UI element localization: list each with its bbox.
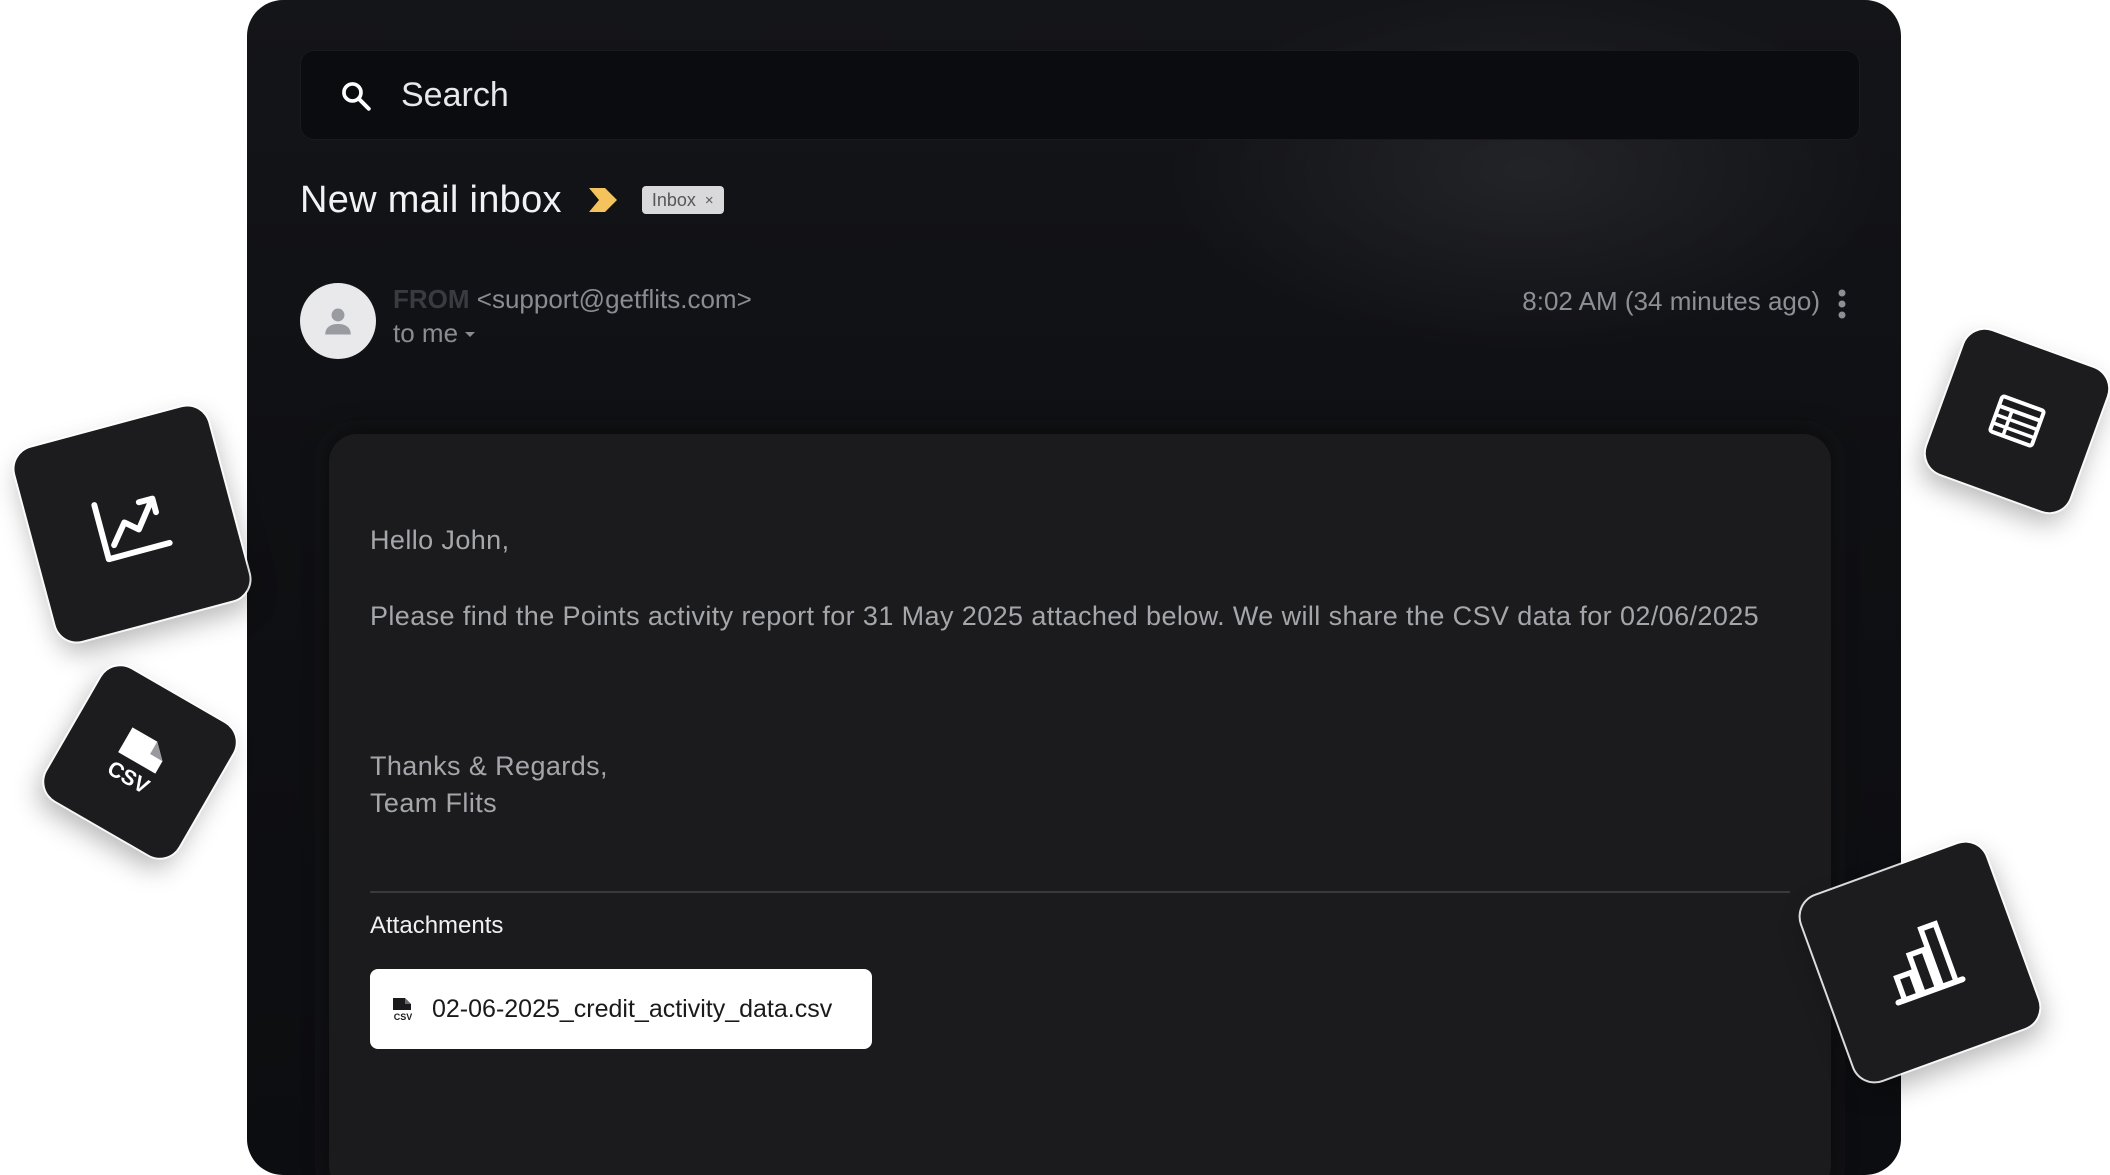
line-chart-tile xyxy=(9,401,255,647)
csv-tile: CSV xyxy=(36,658,244,866)
sender-email[interactable]: <support@getflits.com> xyxy=(477,284,752,314)
table-icon xyxy=(1988,394,2046,448)
more-options-icon[interactable] xyxy=(1838,289,1846,319)
sender-line: FROM <support@getflits.com> xyxy=(393,284,752,315)
from-label: FROM xyxy=(393,284,470,314)
line-chart-icon xyxy=(91,495,173,563)
divider xyxy=(370,891,1790,893)
attachment-filename: 02-06-2025_credit_activity_data.csv xyxy=(432,994,833,1023)
recipient-label: to me xyxy=(393,318,459,348)
csv-file-icon: CSV xyxy=(393,998,413,1022)
message-signoff: Thanks & Regards, Team Flits xyxy=(370,748,608,822)
attachments-heading: Attachments xyxy=(370,912,504,939)
important-marker-icon[interactable] xyxy=(588,186,618,214)
table-tile xyxy=(1919,323,2110,519)
email-subject: New mail inbox xyxy=(300,178,562,221)
sender-avatar xyxy=(300,283,376,359)
recipient-dropdown[interactable]: to me xyxy=(393,318,476,349)
message-timestamp: 8:02 AM (34 minutes ago) xyxy=(1522,286,1820,316)
csv-file-icon: CSV xyxy=(103,727,163,799)
email-window: New mail inbox Inbox × FROM <support@get… xyxy=(247,0,1901,1175)
bar-chart-icon xyxy=(1893,920,1966,1006)
search-bar[interactable] xyxy=(300,50,1860,140)
chevron-down-icon xyxy=(465,331,476,337)
inbox-label-badge[interactable]: Inbox × xyxy=(641,186,724,214)
inbox-label-text: Inbox xyxy=(651,189,696,210)
message-body: Please find the Points activity report f… xyxy=(370,601,1760,631)
signoff-line-1: Thanks & Regards, xyxy=(370,751,608,781)
message-greeting: Hello John, xyxy=(370,525,510,555)
message-body-card: Hello John, Please find the Points activ… xyxy=(329,434,1831,1175)
signoff-line-2: Team Flits xyxy=(370,788,498,818)
remove-label-icon[interactable]: × xyxy=(705,192,714,209)
person-icon xyxy=(325,308,351,335)
search-icon xyxy=(342,82,371,111)
subject-row: New mail inbox Inbox × xyxy=(300,170,724,230)
svg-text:CSV: CSV xyxy=(394,1012,413,1022)
search-input[interactable] xyxy=(401,51,1801,139)
attachment-chip[interactable]: CSV 02-06-2025_credit_activity_data.csv xyxy=(370,969,872,1049)
